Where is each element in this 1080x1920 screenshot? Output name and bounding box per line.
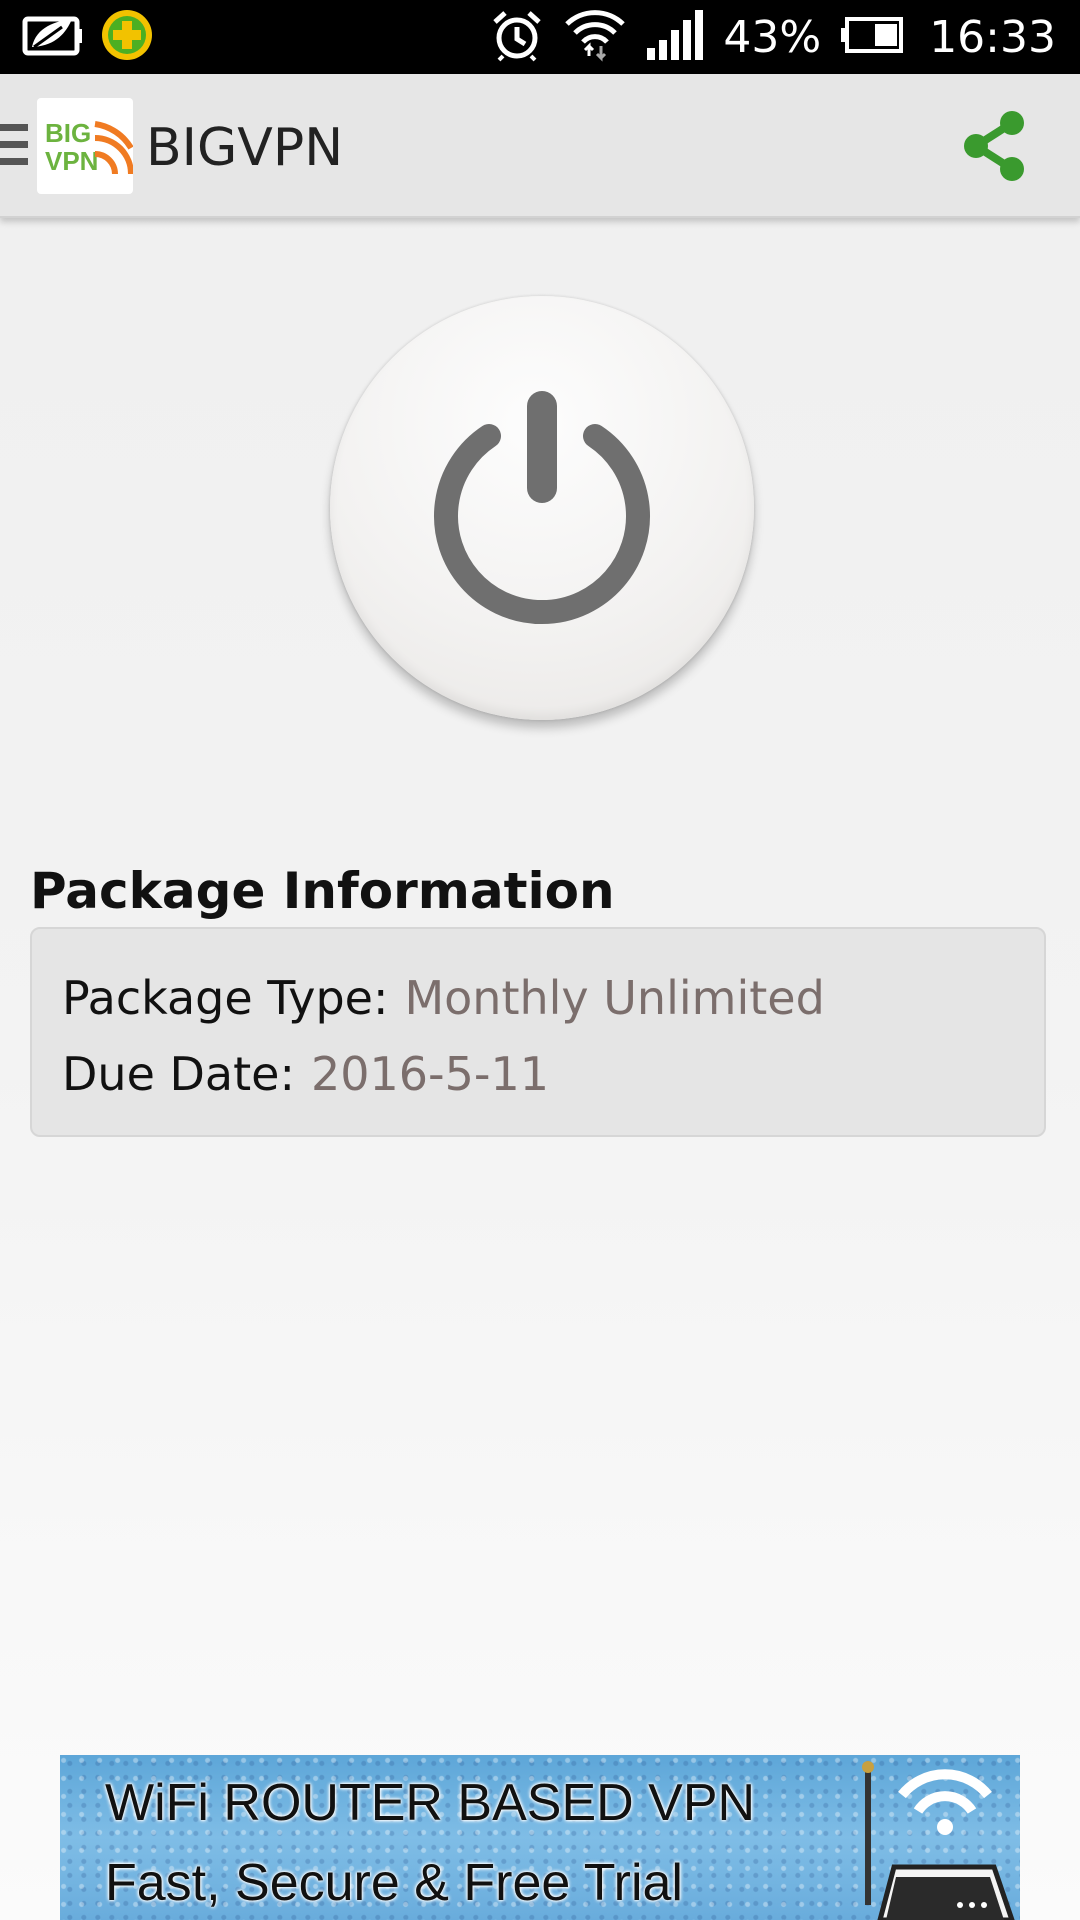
package-type-row: Package Type: Monthly Unlimited xyxy=(62,971,825,1025)
wifi-icon xyxy=(563,6,627,69)
signal-icon xyxy=(645,9,705,65)
status-bar: 43% 16:33 xyxy=(0,0,1080,74)
battery-icon xyxy=(839,16,905,59)
package-info-card: Package Type: Monthly Unlimited Due Date… xyxy=(30,927,1046,1137)
logo-text-big: BIG xyxy=(45,118,91,148)
due-date-label: Due Date: xyxy=(62,1047,295,1101)
menu-icon[interactable] xyxy=(0,122,30,168)
package-type-value: Monthly Unlimited xyxy=(404,971,825,1025)
share-icon[interactable] xyxy=(962,110,1028,182)
ad-subline: Fast, Secure & Free Trial xyxy=(105,1854,683,1912)
ad-headline: WiFi ROUTER BASED VPN xyxy=(105,1774,756,1832)
battery-percent: 43% xyxy=(723,11,822,63)
wifi-router-icon xyxy=(790,1755,1020,1920)
clock: 16:33 xyxy=(929,11,1056,63)
app-bar: BIG VPN BIGVPN xyxy=(0,74,1080,218)
due-date-row: Due Date: 2016-5-11 xyxy=(62,1047,549,1101)
app-logo[interactable]: BIG VPN xyxy=(37,98,134,194)
notification-leaf-icon xyxy=(22,13,84,62)
alarm-icon xyxy=(489,8,545,67)
security-app-icon xyxy=(100,8,154,67)
package-info-heading: Package Information xyxy=(30,862,615,920)
ad-banner[interactable]: WiFi ROUTER BASED VPN Fast, Secure & Fre… xyxy=(60,1755,1020,1920)
app-title: BIGVPN xyxy=(146,118,344,178)
package-type-label: Package Type: xyxy=(62,971,389,1025)
power-icon xyxy=(434,391,650,624)
power-button[interactable] xyxy=(330,296,754,720)
due-date-value: 2016-5-11 xyxy=(310,1047,550,1101)
logo-text-vpn: VPN xyxy=(45,146,98,176)
